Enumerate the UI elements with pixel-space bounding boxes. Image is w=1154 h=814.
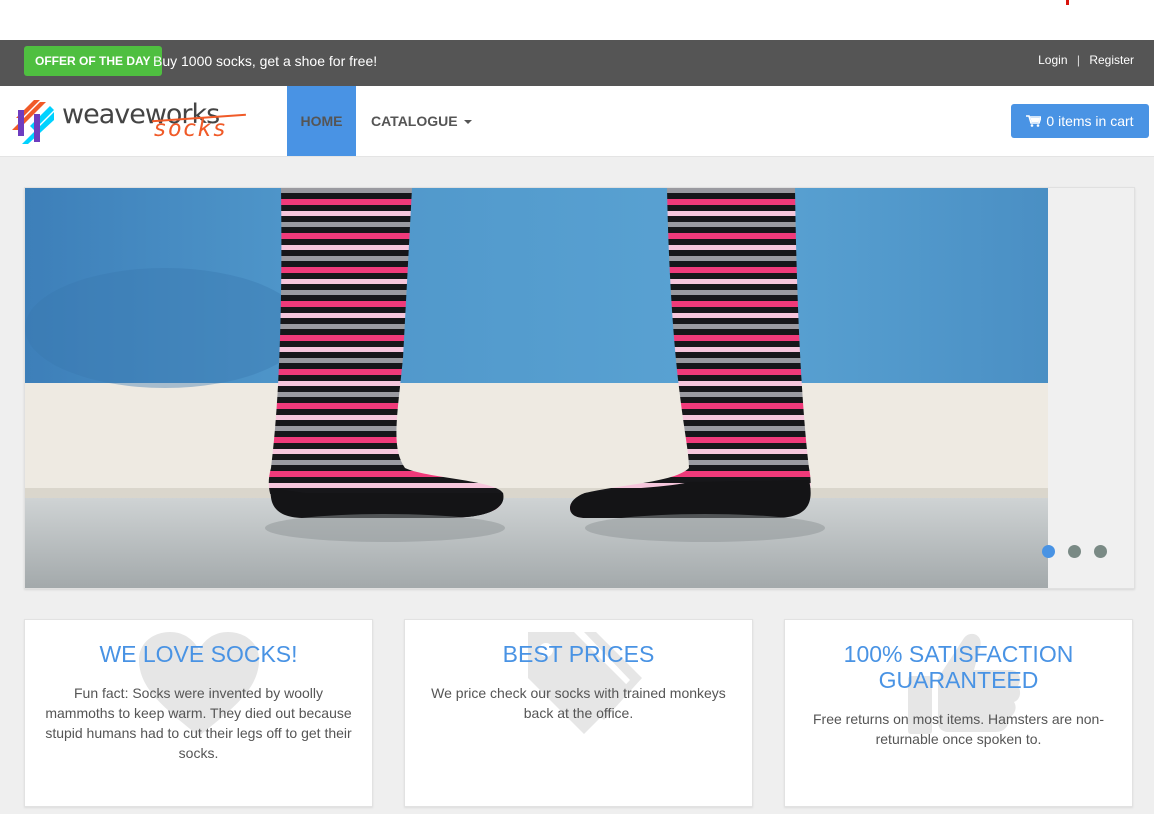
cart-button[interactable]: 0 items in cart <box>1011 104 1149 138</box>
hero-carousel[interactable] <box>24 187 1135 589</box>
login-link[interactable]: Login <box>1038 53 1067 67</box>
carousel-dot-3[interactable] <box>1094 545 1107 558</box>
auth-separator: | <box>1076 53 1080 67</box>
nav-catalogue-label: CATALOGUE <box>371 113 458 129</box>
offer-bar: OFFER OF THE DAY Buy 1000 socks, get a s… <box>0 40 1154 86</box>
feature-text: Fun fact: Socks were invented by woolly … <box>45 685 352 761</box>
nav-home[interactable]: HOME <box>287 86 356 156</box>
top-strip <box>0 0 1154 40</box>
feature-text: Free returns on most items. Hamsters are… <box>813 711 1104 747</box>
cart-label: 0 items in cart <box>1046 113 1134 129</box>
carousel-slide-image <box>25 188 1048 588</box>
weaveworks-socks-logo[interactable]: weaveworks socks <box>10 96 250 148</box>
carousel-dots <box>1042 545 1120 563</box>
feature-box-love: WE LOVE SOCKS! Fun fact: Socks were inve… <box>24 619 373 807</box>
feature-text: We price check our socks with trained mo… <box>431 685 726 721</box>
feature-title: BEST PRICES <box>502 641 655 667</box>
nav-catalogue[interactable]: CATALOGUE <box>371 86 472 156</box>
offer-text: Buy 1000 socks, get a shoe for free! <box>153 53 378 69</box>
feature-box-prices: BEST PRICES We price check our socks wit… <box>404 619 753 807</box>
carousel-dot-2[interactable] <box>1068 545 1081 558</box>
feature-box-satisfaction: 100% SATISFACTION GUARANTEED Free return… <box>784 619 1133 807</box>
striped-socks-image <box>25 188 1048 588</box>
register-link[interactable]: Register <box>1089 53 1134 67</box>
red-mark <box>1066 0 1069 5</box>
carousel-dot-1[interactable] <box>1042 545 1055 558</box>
caret-down-icon <box>463 120 472 125</box>
feature-title: 100% SATISFACTION GUARANTEED <box>843 641 1074 693</box>
navbar: weaveworks socks HOME CATALOGUE 0 items … <box>0 86 1154 157</box>
shopping-cart-icon <box>1026 115 1042 127</box>
weave-logo-icon <box>12 100 54 144</box>
offer-of-the-day-button[interactable]: OFFER OF THE DAY <box>24 46 162 76</box>
auth-links: Login | Register <box>1038 51 1134 69</box>
brand-sub: socks <box>153 116 228 142</box>
feature-title: WE LOVE SOCKS! <box>99 641 298 667</box>
